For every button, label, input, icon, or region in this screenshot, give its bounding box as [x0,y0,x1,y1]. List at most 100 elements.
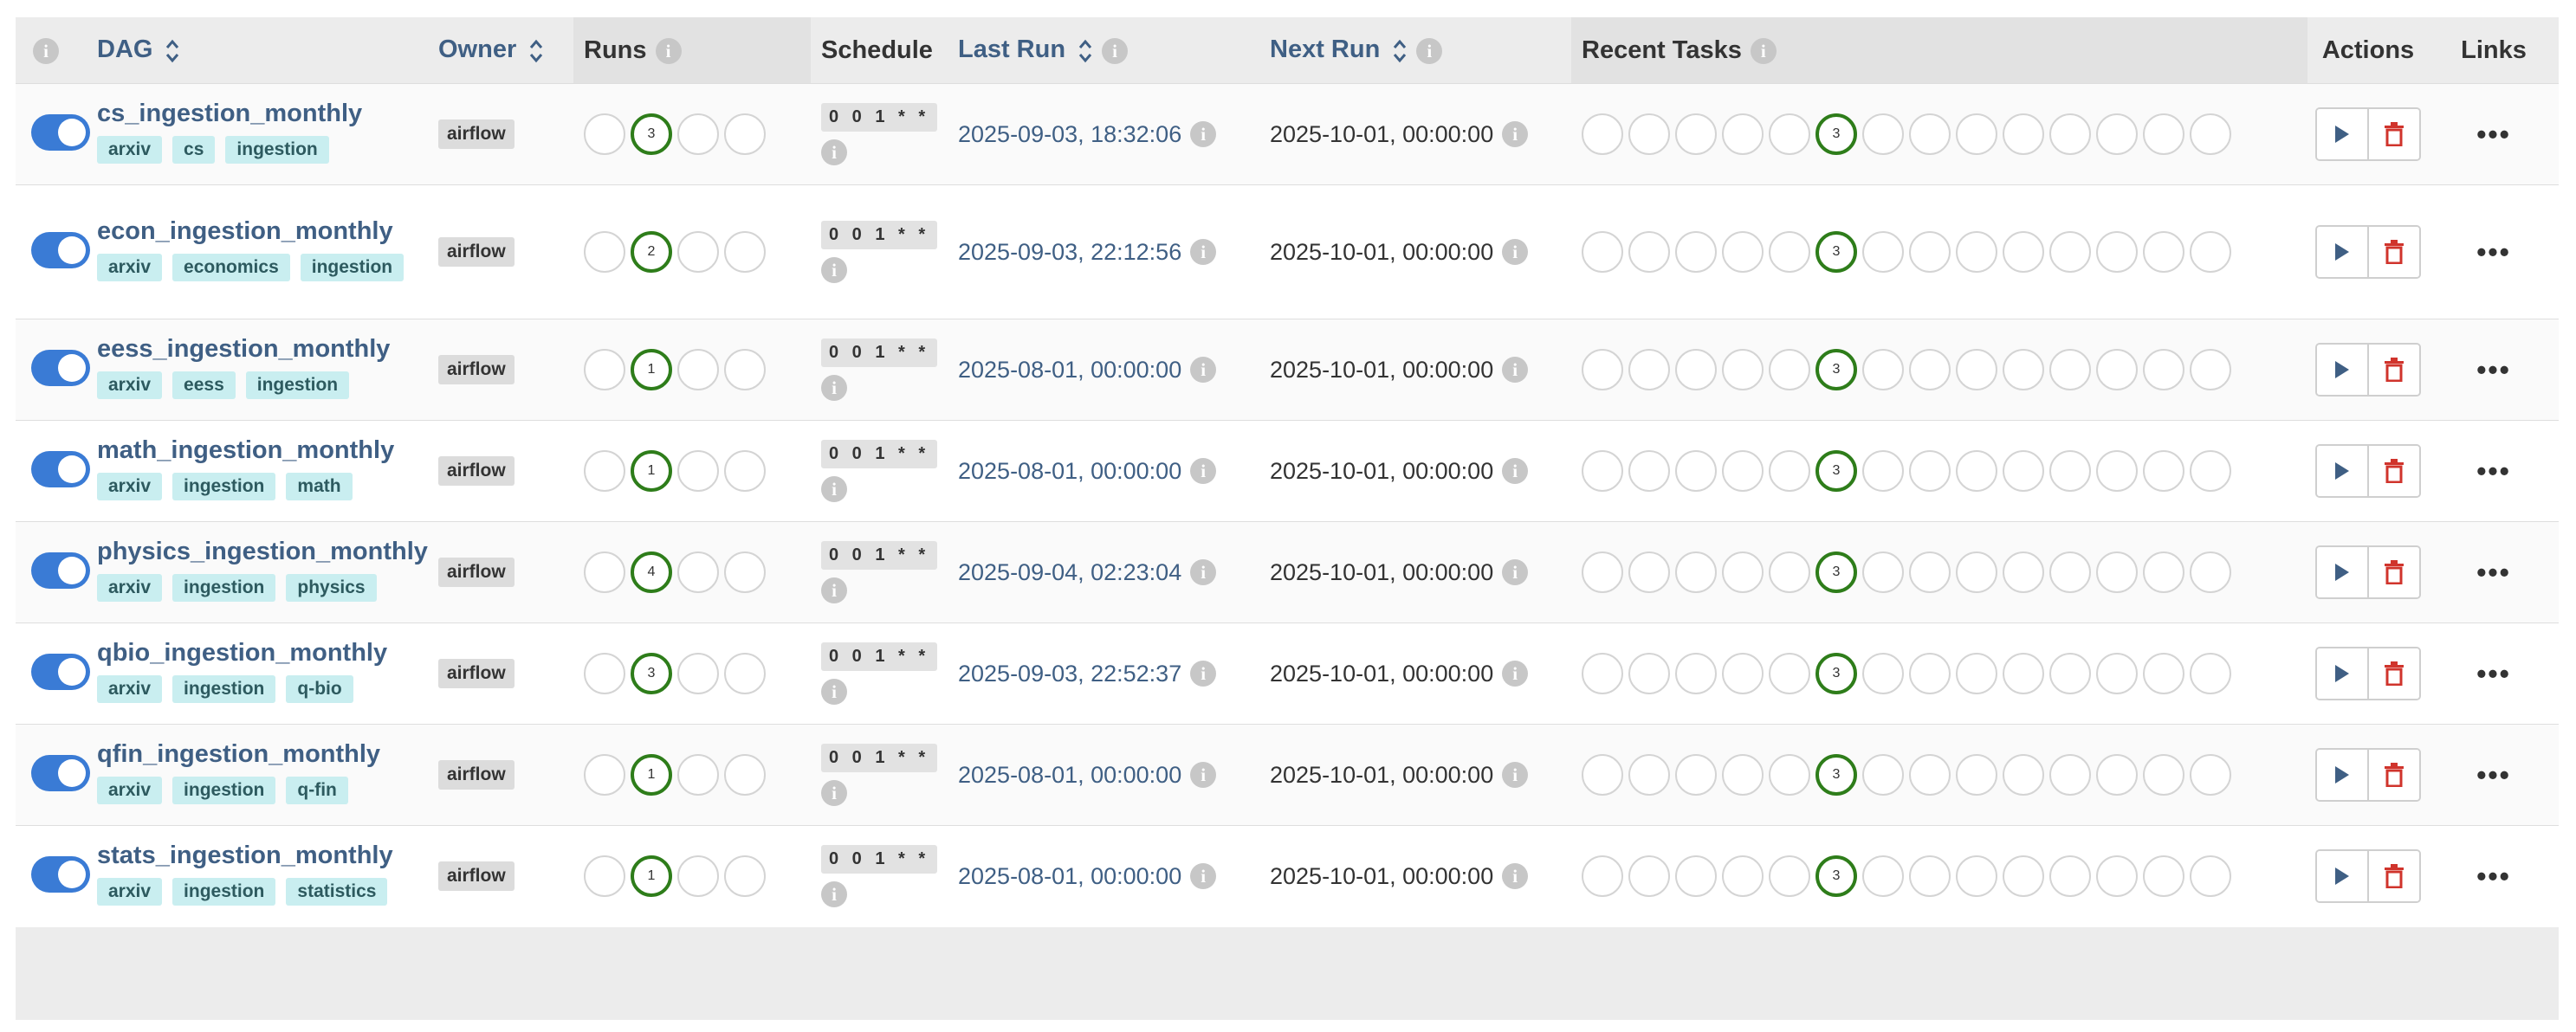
task-state-circle[interactable] [1628,855,1670,898]
trigger-dag-button[interactable] [2317,851,2367,902]
task-state-circle[interactable] [1909,754,1951,796]
task-state-circle[interactable] [2003,855,2044,898]
task-state-circle[interactable] [2143,855,2184,898]
run-state-circle[interactable] [724,450,766,492]
tag-badge[interactable]: ingestion [300,254,405,281]
tag-badge[interactable]: arxiv [97,878,163,906]
info-icon[interactable]: i [1190,357,1217,383]
next-run-column-header[interactable]: Next Run i [1259,17,1571,84]
run-state-circle[interactable] [724,754,766,796]
task-state-circle[interactable] [1582,653,1623,694]
task-state-circle[interactable] [1862,653,1904,694]
info-icon[interactable]: i [1190,559,1217,585]
task-state-circle[interactable] [1956,551,1997,593]
task-state-circle[interactable] [1769,551,1810,593]
dag-active-toggle[interactable] [31,113,90,151]
trigger-dag-button[interactable] [2317,547,2367,597]
info-icon[interactable]: i [1502,458,1529,484]
task-state-circle[interactable] [1769,855,1810,898]
run-state-circle[interactable] [677,450,719,492]
task-state-circle[interactable] [1862,231,1904,273]
trigger-dag-button[interactable] [2317,648,2367,699]
task-state-circle[interactable] [2190,113,2231,155]
task-state-circle[interactable] [2003,551,2044,593]
info-icon[interactable]: i [1416,37,1443,64]
info-icon[interactable]: i [821,375,847,401]
task-state-circle[interactable] [1582,113,1623,155]
info-icon[interactable]: i [1502,762,1529,788]
task-state-circle[interactable] [2003,231,2044,273]
task-state-circle[interactable] [1909,231,1951,273]
owner-badge[interactable]: airflow [438,659,515,688]
task-state-circle[interactable] [1909,349,1951,390]
task-success-count[interactable]: 3 [1815,349,1857,390]
trigger-dag-button[interactable] [2317,750,2367,800]
dag-name-link[interactable]: qbio_ingestion_monthly [97,639,428,668]
last-run-link[interactable]: 2025-08-01, 00:00:00 [958,357,1181,383]
task-success-count[interactable]: 3 [1815,231,1857,273]
task-state-circle[interactable] [1582,855,1623,898]
run-state-circle[interactable] [677,113,719,155]
tag-badge[interactable]: arxiv [97,777,163,804]
tag-badge[interactable]: math [286,473,353,500]
task-state-circle[interactable] [1675,754,1717,796]
info-icon[interactable]: i [1502,559,1529,585]
tag-badge[interactable]: arxiv [97,675,163,703]
task-state-circle[interactable] [2143,754,2184,796]
tag-badge[interactable]: ingestion [172,878,276,906]
task-state-circle[interactable] [1862,349,1904,390]
task-success-count[interactable]: 3 [1815,551,1857,593]
task-state-circle[interactable] [2049,450,2091,492]
more-icon[interactable]: ••• [2476,658,2511,689]
owner-badge[interactable]: airflow [438,861,515,892]
run-state-circle[interactable] [677,653,719,694]
tag-badge[interactable]: ingestion [225,136,329,164]
delete-dag-button[interactable] [2367,750,2419,800]
task-state-circle[interactable] [1675,653,1717,694]
info-icon[interactable]: i [821,476,847,502]
run-state-circle[interactable] [677,231,719,273]
task-state-circle[interactable] [1675,231,1717,273]
run-state-circle[interactable] [724,653,766,694]
task-success-count[interactable]: 3 [1815,113,1857,155]
task-state-circle[interactable] [2003,450,2044,492]
tag-badge[interactable]: arxiv [97,473,163,500]
delete-dag-button[interactable] [2367,446,2419,496]
info-icon[interactable]: i [1502,661,1529,687]
task-state-circle[interactable] [1722,551,1764,593]
last-run-link[interactable]: 2025-09-03, 18:32:06 [958,121,1181,147]
tag-badge[interactable]: cs [172,136,216,164]
task-state-circle[interactable] [2096,113,2138,155]
run-state-circle[interactable] [584,653,625,694]
run-success-count[interactable]: 3 [631,113,672,155]
task-state-circle[interactable] [1909,653,1951,694]
task-state-circle[interactable] [1582,231,1623,273]
run-state-circle[interactable] [584,855,625,898]
task-state-circle[interactable] [2049,231,2091,273]
run-success-count[interactable]: 1 [631,450,672,492]
task-state-circle[interactable] [2190,551,2231,593]
task-state-circle[interactable] [1628,551,1670,593]
last-run-link[interactable]: 2025-09-03, 22:12:56 [958,239,1181,265]
trigger-dag-button[interactable] [2317,446,2367,496]
run-state-circle[interactable] [584,349,625,390]
task-state-circle[interactable] [2003,349,2044,390]
dag-active-toggle[interactable] [31,855,90,893]
info-icon[interactable]: i [1190,762,1217,788]
task-state-circle[interactable] [1722,450,1764,492]
dag-active-toggle[interactable] [31,551,90,589]
task-state-circle[interactable] [2096,551,2138,593]
owner-badge[interactable]: airflow [438,456,515,486]
tag-badge[interactable]: arxiv [97,574,163,602]
task-state-circle[interactable] [1909,855,1951,898]
trigger-dag-button[interactable] [2317,109,2367,159]
dag-name-link[interactable]: qfin_ingestion_monthly [97,740,428,769]
task-state-circle[interactable] [2096,231,2138,273]
owner-column-header[interactable]: Owner [428,17,573,84]
owner-badge[interactable]: airflow [438,760,515,790]
tag-badge[interactable]: ingestion [172,574,276,602]
task-state-circle[interactable] [1722,754,1764,796]
task-state-circle[interactable] [2049,754,2091,796]
run-state-circle[interactable] [724,551,766,593]
tag-badge[interactable]: ingestion [172,473,276,500]
